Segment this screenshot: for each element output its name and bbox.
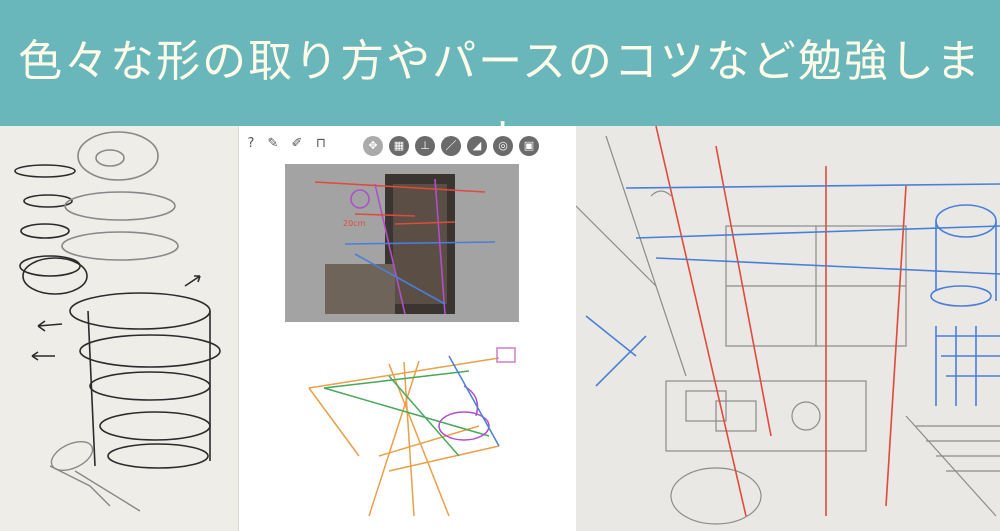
banner-title: 色々な形の取り方やパースのコツなど勉強します — [18, 36, 982, 167]
ruler-icon[interactable]: ◢ — [467, 136, 487, 156]
title-banner: 色々な形の取り方やパースのコツなど勉強します — [0, 0, 1000, 167]
room-sketch-panel — [576, 126, 1000, 531]
room-sketch-drawing — [576, 126, 1000, 531]
photo-overlay-drawing: 20cm — [285, 164, 519, 322]
wrench-icon[interactable]: ✎ — [263, 134, 283, 154]
help-icon[interactable]: ? — [241, 134, 261, 154]
reference-photo: 20cm — [285, 164, 519, 322]
brush-icon[interactable]: ✐ — [287, 134, 307, 154]
grid-icon[interactable]: ▦ — [389, 136, 409, 156]
layers-icon[interactable]: ▣ — [519, 136, 539, 156]
move-icon[interactable]: ✥ — [363, 136, 383, 156]
cylinder-sketch-panel — [0, 126, 238, 531]
app-toolbar: ? ✎ ✐ ⊓ ✥ ▦ ⊥ ／ ◢ ◎ ▣ — [239, 126, 577, 162]
cylinder-sketch-drawing — [0, 126, 238, 531]
perspective-app-panel: ? ✎ ✐ ⊓ ✥ ▦ ⊥ ／ ◢ ◎ ▣ 20cm — [238, 126, 577, 531]
circle-tool-icon[interactable]: ◎ — [493, 136, 513, 156]
line-icon[interactable]: ／ — [441, 136, 461, 156]
measurement-label: 20cm — [343, 219, 366, 228]
perspective-icon[interactable]: ⊥ — [415, 136, 435, 156]
frame-icon[interactable]: ⊓ — [311, 134, 331, 154]
